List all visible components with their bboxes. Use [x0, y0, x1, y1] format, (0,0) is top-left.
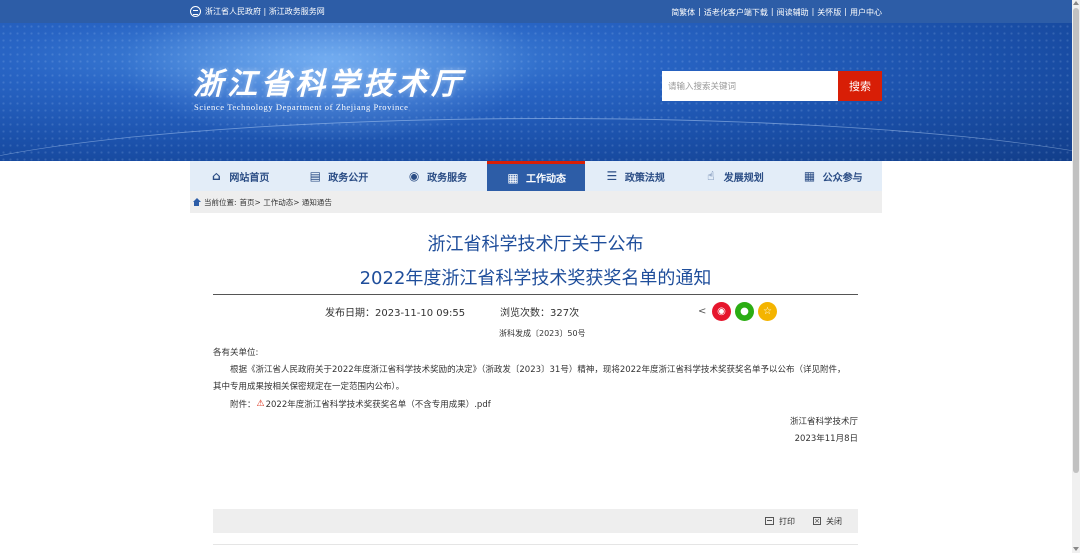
top-bar-left: 浙江省人民政府 | 浙江政务服务网	[190, 6, 325, 17]
favorite-star-icon[interactable]: ☆	[758, 302, 777, 321]
traditional-simplified-link[interactable]: 简繁体	[671, 7, 695, 18]
elderly-client-download-link[interactable]: 适老化客户端下载	[704, 7, 768, 18]
article-title-line-2: 2022年度浙江省科学技术奖获奖名单的通知	[359, 268, 712, 289]
nav-item-label: 工作动态	[526, 174, 566, 185]
site-logo[interactable]: 浙江省科学技术厅	[193, 59, 465, 103]
search-input[interactable]	[662, 71, 838, 101]
article-actions: 打印 × 关闭	[213, 509, 858, 533]
scroll-down-arrow-icon[interactable]	[1073, 547, 1079, 551]
nav-item-label: 发展规划	[723, 172, 764, 184]
government-emblem-icon	[190, 6, 201, 17]
top-bar: 浙江省人民政府 | 浙江政务服务网 简繁体 | 适老化客户端下载 | 阅读辅助 …	[0, 0, 1072, 23]
signature-date: 2023年11月8日	[794, 434, 858, 444]
separator: |	[698, 7, 701, 16]
print-button[interactable]: 打印	[765, 516, 795, 527]
close-label: 关闭	[826, 516, 842, 526]
location-home-icon	[192, 198, 201, 206]
body-paragraph-2: 其中专用成果按相关保密规定在一定范围内公布）。	[213, 382, 405, 392]
print-icon	[765, 517, 774, 525]
nav-item-label: 网站首页	[229, 172, 270, 184]
attachment-label: 附件：	[230, 400, 256, 410]
nav-item-label: 政务服务	[427, 172, 468, 184]
separator: |	[811, 7, 815, 16]
reading-assist-link[interactable]: 阅读辅助	[777, 7, 809, 18]
wechat-share-icon[interactable]: ●	[735, 302, 754, 321]
search-box: 搜索	[662, 71, 882, 101]
close-button[interactable]: × 关闭	[813, 516, 842, 527]
signature: 浙江省科学技术厅	[789, 417, 858, 427]
site-logo-english: Science Technology Department of Zhejian…	[194, 102, 409, 112]
breadcrumb-label: 当前位置:	[204, 197, 237, 207]
vertical-scrollbar[interactable]	[1072, 0, 1080, 553]
home-icon: ⌂	[212, 169, 221, 183]
article-title-line-1: 浙江省科学技术厅关于公布	[427, 234, 644, 255]
nav-item-home[interactable]: ⌂ 网站首页	[190, 161, 289, 191]
print-label: 打印	[779, 516, 795, 526]
chat-icon: ◉	[408, 169, 420, 183]
share-bar: < ◉ ● ☆	[698, 302, 777, 321]
recipient-line: 各有关单位:	[213, 348, 259, 358]
top-bar-right: 简繁体 | 适老化客户端下载 | 阅读辅助 | 关怀版 | 用户中心	[671, 7, 882, 18]
header-banner: 浙江省科学技术厅 Science Technology Department o…	[0, 23, 1072, 161]
scroll-up-arrow-icon[interactable]	[1073, 1, 1079, 5]
nav-item-public-participation[interactable]: ▦ 公众参与	[783, 161, 882, 191]
document-number: 浙科发成〔2023〕50号	[499, 329, 586, 338]
nav-item-label: 公众参与	[822, 172, 863, 184]
publish-date: 发布日期：2023-11-10 09:55	[325, 308, 466, 319]
nav-item-development-planning[interactable]: ☝ 发展规划	[684, 161, 783, 191]
main-nav: ⌂ 网站首页 ▤ 政务公开 ◉ 政务服务 ▦ 工作动态 ☰ 政策法规 ☝ 发展规…	[190, 161, 882, 191]
nav-item-policies[interactable]: ☰ 政策法规	[585, 161, 684, 191]
care-version-link[interactable]: 关怀版	[817, 7, 841, 18]
share-icon: <	[698, 306, 707, 317]
nav-item-gov-affairs-public[interactable]: ▤ 政务公开	[289, 161, 388, 191]
nav-item-label: 政务公开	[328, 172, 369, 184]
breadcrumb: 当前位置: 首页> 工作动态> 通知通告	[190, 191, 882, 213]
separator: |	[844, 7, 847, 16]
document-icon: ☰	[606, 169, 618, 183]
nav-item-work-news[interactable]: ▦ 工作动态	[486, 161, 586, 191]
page: 浙江省人民政府 | 浙江政务服务网 简繁体 | 适老化客户端下载 | 阅读辅助 …	[0, 0, 1080, 553]
nav-item-gov-services[interactable]: ◉ 政务服务	[388, 161, 487, 191]
scrollbar-thumb[interactable]	[1073, 8, 1079, 473]
people-icon: ▦	[803, 169, 816, 183]
attachment-line: 附件： ⚠ 2022年度浙江省科学技术奖获奖名单（不含专用成果）.pdf	[230, 398, 491, 410]
user-center-link[interactable]: 用户中心	[850, 7, 882, 18]
title-divider	[213, 294, 858, 295]
search-button[interactable]: 搜索	[838, 71, 882, 101]
nav-item-label: 政策法规	[624, 172, 665, 184]
view-count: 浏览次数：327次	[500, 308, 580, 319]
weibo-share-icon[interactable]: ◉	[712, 302, 731, 321]
body-paragraph-1: 根据《浙江省人民政府关于2022年度浙江省科学技术奖励的决定》（浙政发〔2023…	[230, 365, 846, 375]
newspaper-icon: ▤	[309, 169, 321, 183]
separator: |	[770, 7, 774, 16]
close-icon: ×	[813, 517, 821, 525]
gov-portal-links[interactable]: 浙江省人民政府 | 浙江政务服务网	[205, 6, 325, 17]
pdf-icon: ⚠	[256, 399, 265, 409]
dashboard-icon: ▦	[507, 170, 519, 185]
bottom-divider	[213, 544, 858, 545]
breadcrumb-path[interactable]: 首页> 工作动态> 通知通告	[240, 197, 332, 208]
attachment-link[interactable]: 2022年度浙江省科学技术奖获奖名单（不含专用成果）.pdf	[266, 398, 491, 410]
handshake-icon: ☝	[707, 169, 715, 183]
